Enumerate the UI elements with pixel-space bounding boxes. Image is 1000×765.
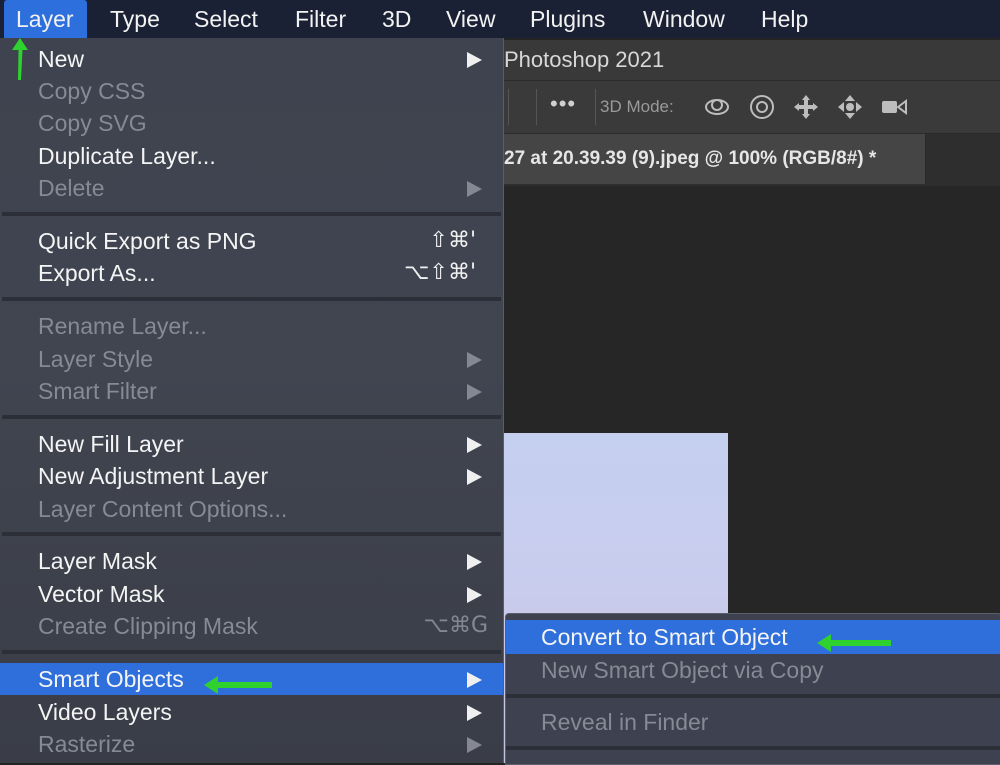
menu-item-layer-content-options: Layer Content Options... [0, 493, 503, 525]
menu-separator [2, 650, 501, 654]
submenu-separator [506, 694, 1000, 698]
menu-item-label: Export As... [38, 260, 156, 286]
submenu-arrow-icon [467, 587, 482, 603]
3d-mode-label: 3D Mode: [600, 97, 674, 116]
menu-item-label: Quick Export as PNG [38, 228, 257, 254]
menu-item-label: Video Layers [38, 699, 172, 725]
annotation-arrow-left-icon [204, 676, 272, 694]
menu-separator [2, 415, 501, 419]
menu-item-duplicate-layer[interactable]: Duplicate Layer... [0, 140, 503, 172]
submenu-item-new-smart-object-via-copy: New Smart Object via Copy [506, 653, 1000, 687]
divider [508, 89, 509, 125]
menu-item-label: Smart Filter [38, 378, 157, 404]
menu-item-rasterize: Rasterize [0, 728, 503, 760]
menu-item-create-clipping-mask: Create Clipping Mask ⌥⌘G [0, 610, 503, 642]
annotation-arrow-left-icon [817, 634, 891, 652]
menu-3d[interactable]: 3D [382, 0, 411, 38]
submenu-arrow-icon [467, 554, 482, 570]
submenu-item-reveal-in-finder: Reveal in Finder [506, 705, 1000, 739]
menu-bar: Layer Type Select Filter 3D View Plugins… [0, 0, 1000, 38]
menu-item-label: Copy CSS [38, 78, 146, 104]
submenu-arrow-icon [467, 437, 482, 453]
menu-view[interactable]: View [446, 0, 495, 38]
3d-orbit-icon[interactable] [703, 93, 731, 121]
submenu-arrow-icon [467, 705, 482, 721]
menu-item-export-as[interactable]: Export As... ⌥⇧⌘' [0, 257, 503, 289]
menu-item-smart-filter: Smart Filter [0, 375, 503, 407]
menu-item-label: Copy SVG [38, 110, 147, 136]
menu-item-layer-style: Layer Style [0, 343, 503, 375]
menu-item-label: Layer Content Options... [38, 496, 288, 522]
submenu-arrow-icon [467, 181, 482, 197]
menu-item-label: Create Clipping Mask [38, 613, 258, 639]
menu-separator [2, 212, 501, 216]
options-bar: ••• 3D Mode: [500, 81, 1000, 134]
3d-slide-icon[interactable] [836, 93, 864, 121]
more-options-button[interactable]: ••• [550, 91, 576, 117]
menu-type[interactable]: Type [110, 0, 160, 38]
menu-item-new[interactable]: New [0, 43, 503, 75]
submenu-arrow-icon [467, 469, 482, 485]
menu-item-copy-css: Copy CSS [0, 75, 503, 107]
menu-separator [2, 297, 501, 301]
submenu-item-label: Convert to Smart Object [541, 624, 788, 650]
menu-item-label: Layer Style [38, 346, 154, 372]
submenu-arrow-icon [467, 352, 482, 368]
menu-plugins[interactable]: Plugins [530, 0, 605, 38]
menu-item-label: Vector Mask [38, 581, 165, 607]
menu-item-label: New [38, 46, 85, 72]
submenu-arrow-icon [467, 52, 482, 68]
3d-camera-icon[interactable] [880, 93, 908, 121]
menu-item-copy-svg: Copy SVG [0, 107, 503, 139]
document-tab[interactable]: 27 at 20.39.39 (9).jpeg @ 100% (RGB/8#) … [500, 134, 926, 184]
document-tab-strip: 27 at 20.39.39 (9).jpeg @ 100% (RGB/8#) … [500, 134, 1000, 186]
menu-window[interactable]: Window [643, 0, 725, 38]
menu-select[interactable]: Select [194, 0, 258, 38]
layer-menu: New Copy CSS Copy SVG Duplicate Layer...… [0, 38, 504, 763]
menu-item-label: Delete [38, 175, 105, 201]
menu-layer[interactable]: Layer [4, 0, 87, 38]
menu-item-new-fill-layer[interactable]: New Fill Layer [0, 428, 503, 460]
submenu-separator [506, 746, 1000, 750]
menu-item-label: New Adjustment Layer [38, 463, 269, 489]
menu-help[interactable]: Help [761, 0, 808, 38]
submenu-arrow-icon [467, 384, 482, 400]
window-title: Photoshop 2021 [504, 47, 665, 72]
submenu-item-convert-to-smart-object[interactable]: Convert to Smart Object [506, 620, 1000, 654]
divider [595, 89, 596, 125]
menu-item-label: Rename Layer... [38, 313, 207, 339]
shortcut-label: ⌥⇧⌘' [404, 260, 476, 285]
submenu-arrow-icon [467, 737, 482, 753]
menu-item-label: New Fill Layer [38, 431, 184, 457]
menu-separator [2, 532, 501, 536]
menu-item-label: Rasterize [38, 731, 136, 757]
annotation-arrow-up-icon [12, 38, 28, 80]
window-title-bar: Photoshop 2021 [500, 40, 1000, 81]
shortcut-label: ⌥⌘G [423, 613, 488, 638]
menu-filter[interactable]: Filter [295, 0, 346, 38]
menu-item-layer-mask[interactable]: Layer Mask [0, 545, 503, 577]
3d-roll-icon[interactable] [748, 93, 776, 121]
submenu-item-label: New Smart Object via Copy [541, 657, 824, 683]
smart-objects-submenu: Convert to Smart Object New Smart Object… [505, 613, 1000, 765]
submenu-arrow-icon [467, 672, 482, 688]
menu-item-label: Layer Mask [38, 548, 157, 574]
menu-item-rename-layer: Rename Layer... [0, 310, 503, 342]
menu-item-delete: Delete [0, 172, 503, 204]
menu-item-label: Duplicate Layer... [38, 143, 216, 169]
menu-item-quick-export-png[interactable]: Quick Export as PNG ⇧⌘' [0, 225, 503, 257]
menu-item-vector-mask[interactable]: Vector Mask [0, 578, 503, 610]
menu-item-video-layers[interactable]: Video Layers [0, 696, 503, 728]
divider [536, 89, 537, 125]
3d-pan-icon[interactable] [792, 93, 820, 121]
shortcut-label: ⇧⌘' [429, 228, 476, 253]
menu-item-new-adjustment-layer[interactable]: New Adjustment Layer [0, 460, 503, 492]
menu-item-label: Smart Objects [38, 666, 184, 692]
document-tab-label: 27 at 20.39.39 (9).jpeg @ 100% (RGB/8#) … [504, 148, 877, 169]
submenu-item-label: Reveal in Finder [541, 709, 709, 735]
